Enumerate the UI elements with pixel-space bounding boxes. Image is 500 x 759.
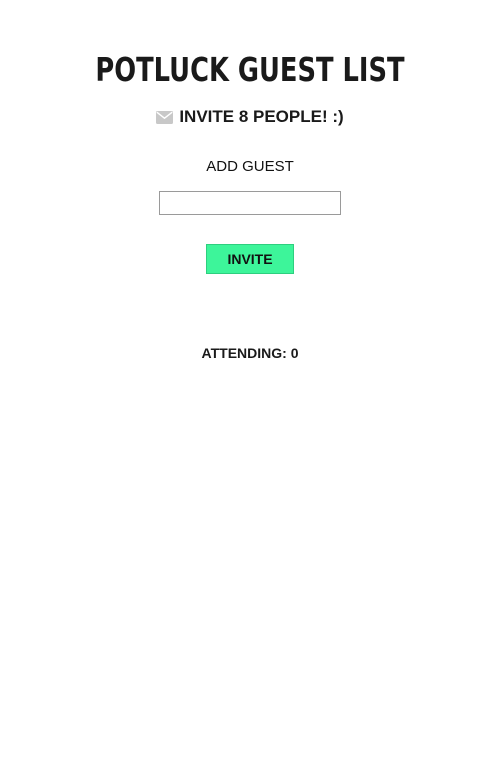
page: POTLUCK GUEST LIST INVITE 8 PEOPLE! :) A… xyxy=(0,0,500,759)
add-guest-label: ADD GUEST xyxy=(206,158,294,175)
invite-goal-text: INVITE 8 PEOPLE! :) xyxy=(179,107,344,126)
attending-count: ATTENDING: 0 xyxy=(201,345,299,361)
invite-button[interactable]: INVITE xyxy=(206,244,294,274)
invite-goal: INVITE 8 PEOPLE! :) xyxy=(0,107,500,127)
guest-name-input[interactable] xyxy=(159,191,341,215)
envelope-icon xyxy=(156,110,174,124)
page-title: POTLUCK GUEST LIST xyxy=(95,50,405,89)
